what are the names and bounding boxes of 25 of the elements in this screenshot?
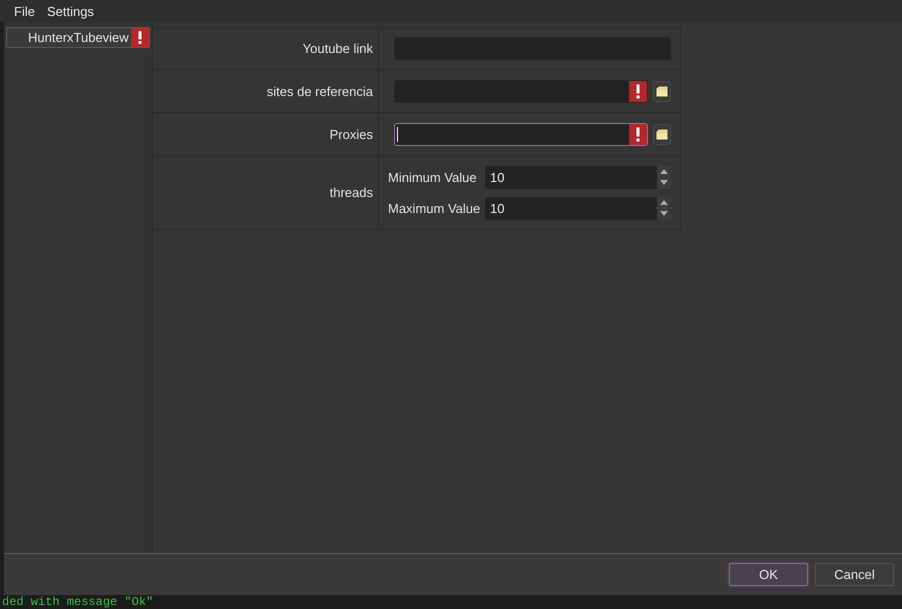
caret-down-icon xyxy=(660,211,668,216)
dialog-button[interactable]: Cancel xyxy=(815,563,894,586)
input-field[interactable] xyxy=(394,80,648,102)
folder-icon xyxy=(656,86,668,96)
text-cursor-icon xyxy=(397,126,398,142)
sidebar-item[interactable]: HunterxTubeview xyxy=(6,27,150,48)
ok-button[interactable]: OK xyxy=(729,563,808,586)
spin-box[interactable]: 10 xyxy=(485,166,671,188)
field-label: Youtube link xyxy=(302,41,373,56)
caret-up-icon xyxy=(660,200,668,205)
field-label: Maximum Value xyxy=(388,200,482,216)
field-label: Proxies xyxy=(330,126,373,142)
field-label: Minimum Value xyxy=(388,170,478,184)
input-field[interactable] xyxy=(394,122,648,146)
browse-button[interactable] xyxy=(653,124,671,144)
terminal-text: ded with message "Ok" xyxy=(1,595,154,609)
folder-icon xyxy=(656,128,668,140)
caret-down-icon xyxy=(660,180,668,186)
field-label: sites de referencia xyxy=(266,84,373,98)
menu-item[interactable]: Settings xyxy=(40,4,100,18)
menu-item[interactable]: File xyxy=(8,4,41,18)
spin-box[interactable]: 10 xyxy=(485,196,671,220)
browse-button[interactable] xyxy=(653,80,671,102)
caret-up-icon xyxy=(660,168,668,174)
field-label: threads xyxy=(330,185,373,200)
